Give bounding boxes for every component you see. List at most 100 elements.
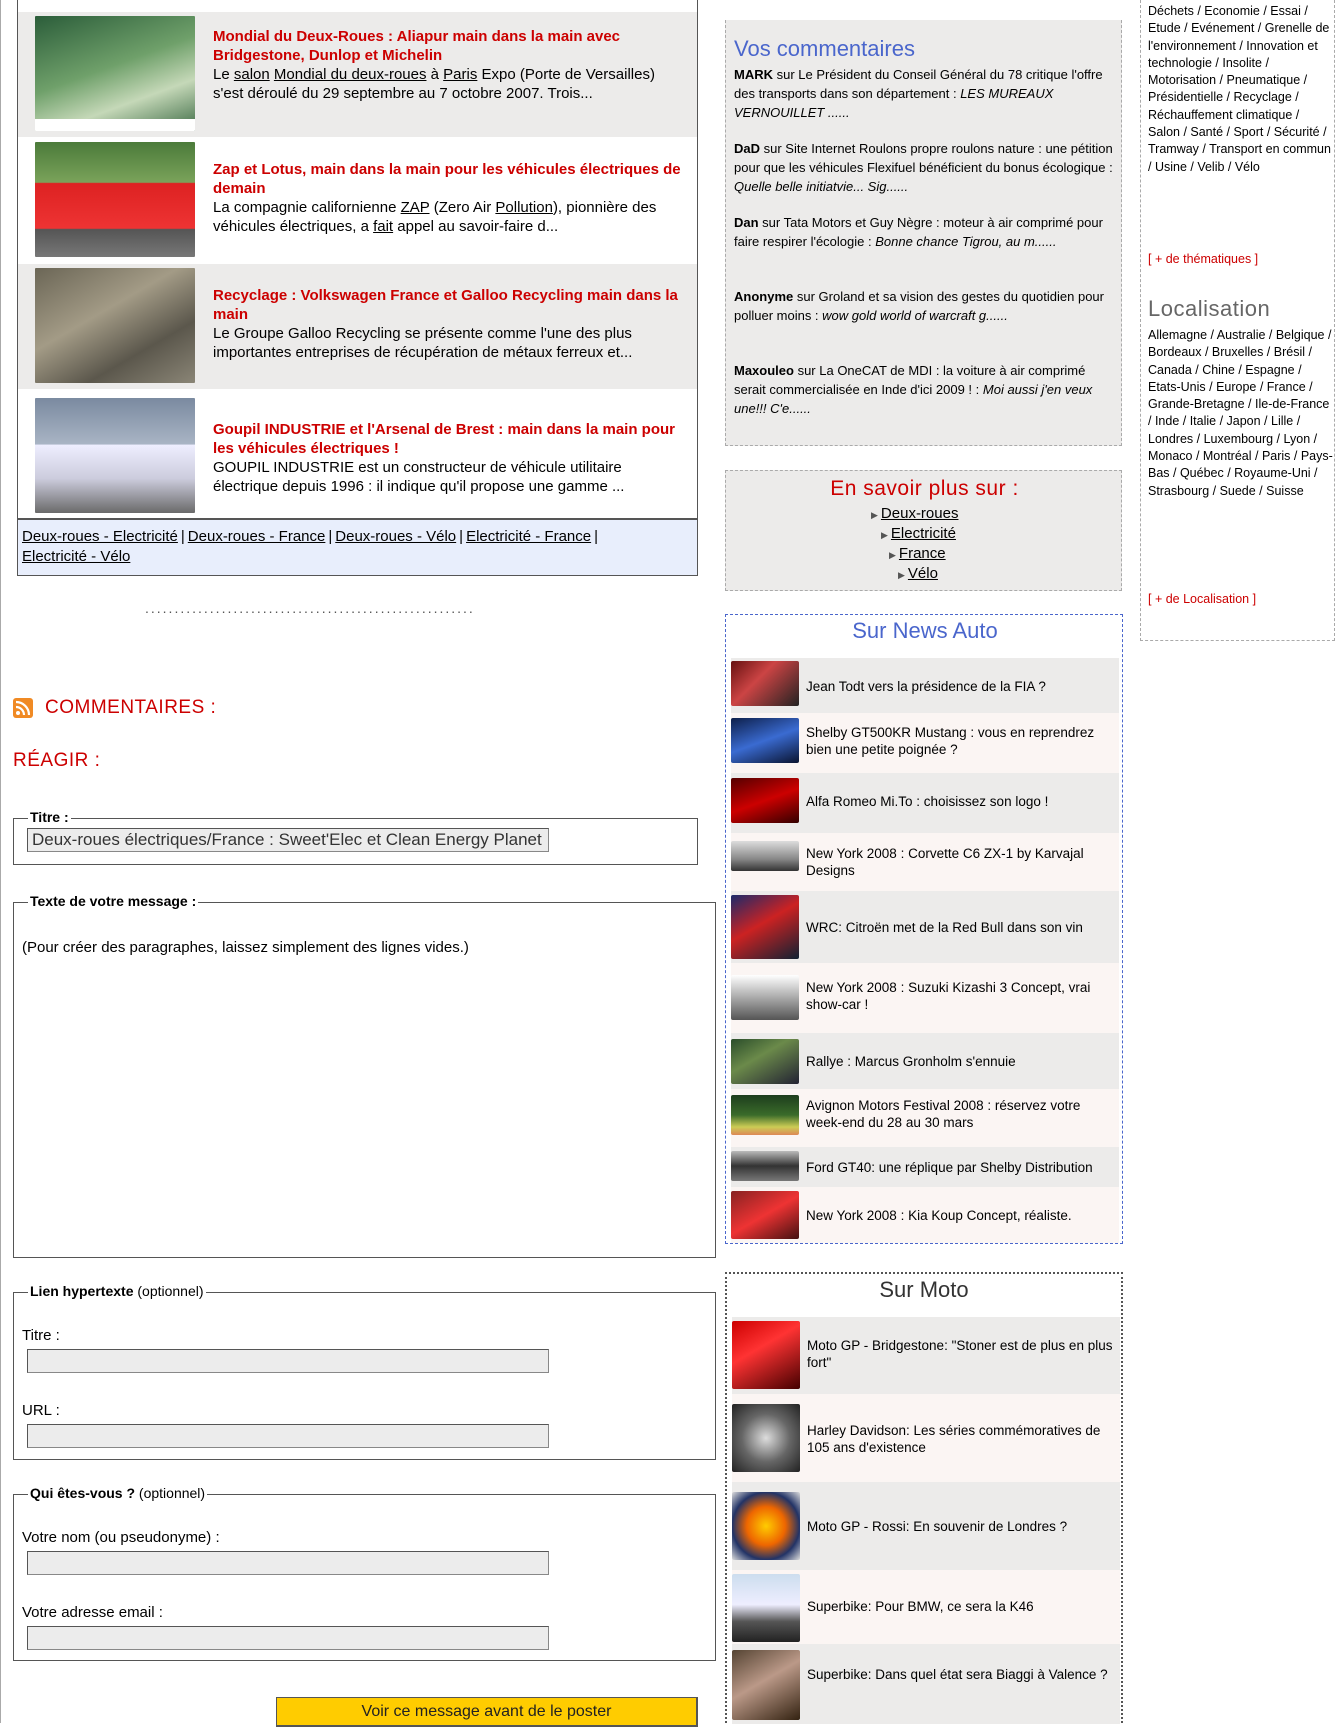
separator: | bbox=[180, 528, 185, 545]
learn-more-title: En savoir plus sur : bbox=[830, 477, 1019, 500]
article-title-link[interactable]: Zap et Lotus, main dans la main pour les… bbox=[213, 160, 683, 198]
news-thumbnail bbox=[731, 841, 799, 871]
news-item[interactable]: New York 2008 : Kia Koup Concept, réalis… bbox=[731, 1187, 1119, 1243]
news-link[interactable]: New York 2008 : Kia Koup Concept, réalis… bbox=[806, 1207, 1116, 1224]
link-url-label: URL : bbox=[22, 1402, 60, 1419]
news-thumbnail bbox=[731, 1039, 799, 1084]
article-thumbnail[interactable] bbox=[35, 398, 195, 513]
recent-comments-panel: Vos commentaires MARK sur Le Président d… bbox=[725, 20, 1122, 446]
news-item[interactable]: Shelby GT500KR Mustang : vous en reprend… bbox=[731, 713, 1119, 773]
separator: | bbox=[459, 528, 464, 545]
tag-link[interactable]: Deux-roues - France bbox=[188, 528, 326, 545]
learn-more-link[interactable]: Deux-roues bbox=[881, 505, 959, 522]
themes-list[interactable]: Déchets / Economie / Essai / Etude / Evé… bbox=[1148, 3, 1333, 176]
more-themes-link[interactable]: [ + de thématiques ] bbox=[1148, 252, 1258, 266]
moto-item[interactable]: Moto GP - Rossi: En souvenir de Londres … bbox=[732, 1482, 1120, 1570]
comment-entry[interactable]: Anonyme sur Groland et sa vision des ges… bbox=[734, 287, 1114, 325]
arrow-icon: ▶ bbox=[898, 570, 905, 580]
learn-more-link[interactable]: France bbox=[899, 545, 946, 562]
moto-link[interactable]: Superbike: Pour BMW, ce sera la K46 bbox=[807, 1598, 1117, 1615]
link-url-input[interactable] bbox=[27, 1424, 549, 1448]
tag-link[interactable]: ZAP bbox=[401, 199, 430, 216]
news-auto-panel: Sur News Auto Jean Todt vers la présiden… bbox=[725, 614, 1123, 1244]
arrow-icon: ▶ bbox=[881, 530, 888, 540]
tag-link[interactable]: fait bbox=[373, 218, 393, 235]
learn-more-item: ▶ Deux-roues bbox=[871, 505, 958, 522]
comment-entry[interactable]: MARK sur Le Président du Conseil Général… bbox=[734, 65, 1114, 122]
news-link[interactable]: New York 2008 : Corvette C6 ZX-1 by Karv… bbox=[806, 845, 1116, 879]
news-thumbnail bbox=[731, 975, 799, 1020]
moto-item[interactable]: Superbike: Pour BMW, ce sera la K46 bbox=[732, 1570, 1120, 1644]
article-thumbnail[interactable] bbox=[35, 142, 195, 257]
news-item[interactable]: Ford GT40: une réplique par Shelby Distr… bbox=[731, 1147, 1119, 1187]
article-text: GOUPIL INDUSTRIE est un constructeur de … bbox=[213, 459, 625, 495]
moto-item[interactable]: Moto GP - Bridgestone: "Stoner est de pl… bbox=[732, 1317, 1120, 1394]
recent-comments-title: Vos commentaires bbox=[734, 36, 915, 61]
moto-link[interactable]: Moto GP - Rossi: En souvenir de Londres … bbox=[807, 1518, 1117, 1535]
news-item[interactable]: WRC: Citroën met de la Red Bull dans son… bbox=[731, 891, 1119, 963]
name-input[interactable] bbox=[27, 1551, 549, 1575]
article-title-link[interactable]: Goupil INDUSTRIE et l'Arsenal de Brest :… bbox=[213, 420, 683, 458]
moto-thumbnail bbox=[732, 1404, 800, 1472]
moto-link[interactable]: Moto GP - Bridgestone: "Stoner est de pl… bbox=[807, 1337, 1117, 1371]
related-article: Mondial du Deux-Roues : Aliapur main dan… bbox=[18, 12, 697, 137]
moto-link[interactable]: Superbike: Dans quel état sera Biaggi à … bbox=[807, 1666, 1117, 1683]
article-title-link[interactable]: Mondial du Deux-Roues : Aliapur main dan… bbox=[213, 27, 683, 65]
comment-author: MARK bbox=[734, 67, 773, 82]
news-item[interactable]: Jean Todt vers la présidence de la FIA ? bbox=[731, 658, 1119, 713]
news-item[interactable]: New York 2008 : Suzuki Kizashi 3 Concept… bbox=[731, 963, 1119, 1033]
comment-entry[interactable]: Dan sur Tata Motors et Guy Nègre : moteu… bbox=[734, 213, 1114, 251]
tag-link[interactable]: Mondial du deux-roues bbox=[274, 66, 427, 83]
comment-author: Anonyme bbox=[734, 289, 794, 304]
comment-excerpt: Bonne chance Tigrou, au m...... bbox=[875, 234, 1057, 249]
message-textarea[interactable] bbox=[15, 963, 714, 1253]
comment-author: Dan bbox=[734, 215, 759, 230]
news-link[interactable]: Jean Todt vers la présidence de la FIA ? bbox=[806, 678, 1116, 695]
tag-link[interactable]: Deux-roues - Vélo bbox=[335, 528, 456, 545]
moto-thumbnail bbox=[732, 1321, 800, 1389]
tag-link[interactable]: salon bbox=[234, 66, 270, 83]
tag-link[interactable]: Pollution bbox=[495, 199, 553, 216]
news-link[interactable]: Shelby GT500KR Mustang : vous en reprend… bbox=[806, 724, 1116, 758]
news-item[interactable]: Alfa Romeo Mi.To : choisissez son logo ! bbox=[731, 773, 1119, 833]
article-title-link[interactable]: Recyclage : Volkswagen France et Galloo … bbox=[213, 286, 683, 324]
title-input[interactable] bbox=[27, 828, 549, 852]
comment-entry[interactable]: Maxouleo sur La OneCAT de MDI : la voitu… bbox=[734, 361, 1114, 418]
moto-item[interactable]: Harley Davidson: Les séries commémorativ… bbox=[732, 1394, 1120, 1482]
tag-link[interactable]: Electricité - Vélo bbox=[22, 548, 130, 565]
learn-more-link[interactable]: Vélo bbox=[908, 565, 938, 582]
news-link[interactable]: WRC: Citroën met de la Red Bull dans son… bbox=[806, 919, 1116, 936]
email-input[interactable] bbox=[27, 1626, 549, 1650]
learn-more-panel: En savoir plus sur : ▶ Deux-roues ▶ Electr… bbox=[725, 470, 1122, 591]
localisation-title: Localisation bbox=[1148, 296, 1271, 321]
news-item[interactable]: New York 2008 : Corvette C6 ZX-1 by Karv… bbox=[731, 833, 1119, 891]
news-link[interactable]: Rallye : Marcus Gronholm s'ennuie bbox=[806, 1053, 1116, 1070]
tag-link[interactable]: Electricité - France bbox=[466, 528, 591, 545]
news-item[interactable]: Rallye : Marcus Gronholm s'ennuie bbox=[731, 1033, 1119, 1089]
moto-item[interactable]: Superbike: Dans quel état sera Biaggi à … bbox=[732, 1644, 1120, 1724]
learn-more-item: ▶ France bbox=[889, 545, 946, 562]
news-link[interactable]: Ford GT40: une réplique par Shelby Distr… bbox=[806, 1159, 1116, 1176]
link-title-input[interactable] bbox=[27, 1349, 549, 1373]
comment-entry[interactable]: DaD sur Site Internet Roulons propre rou… bbox=[734, 139, 1114, 196]
news-link[interactable]: Alfa Romeo Mi.To : choisissez son logo ! bbox=[806, 793, 1116, 810]
news-thumbnail bbox=[731, 1095, 799, 1135]
comment-text: sur Site Internet Roulons propre roulons… bbox=[734, 141, 1113, 175]
rss-icon[interactable] bbox=[13, 698, 33, 718]
news-link[interactable]: Avignon Motors Festival 2008 : réservez … bbox=[806, 1097, 1116, 1131]
tag-link[interactable]: Deux-roues - Electricité bbox=[22, 528, 178, 545]
arrow-icon: ▶ bbox=[889, 550, 896, 560]
article-thumbnail[interactable] bbox=[35, 268, 195, 383]
localisation-list[interactable]: Allemagne / Australie / Belgique / Borde… bbox=[1148, 327, 1333, 500]
learn-more-link[interactable]: Electricité bbox=[891, 525, 956, 542]
news-item[interactable]: Avignon Motors Festival 2008 : réservez … bbox=[731, 1089, 1119, 1147]
link-fieldset: Lien hypertexte (optionnel) Titre : URL … bbox=[13, 1283, 716, 1460]
moto-link[interactable]: Harley Davidson: Les séries commémorativ… bbox=[807, 1422, 1117, 1456]
article-thumbnail[interactable] bbox=[35, 16, 195, 131]
more-localisation-link[interactable]: [ + de Localisation ] bbox=[1148, 592, 1256, 606]
news-link[interactable]: New York 2008 : Suzuki Kizashi 3 Concept… bbox=[806, 979, 1116, 1013]
tag-link[interactable]: Paris bbox=[443, 66, 477, 83]
comment-excerpt: wow gold world of warcraft g...... bbox=[822, 308, 1008, 323]
article-text: appel au savoir-faire d... bbox=[393, 218, 559, 235]
related-article: Zap et Lotus, main dans la main pour les… bbox=[18, 138, 697, 263]
